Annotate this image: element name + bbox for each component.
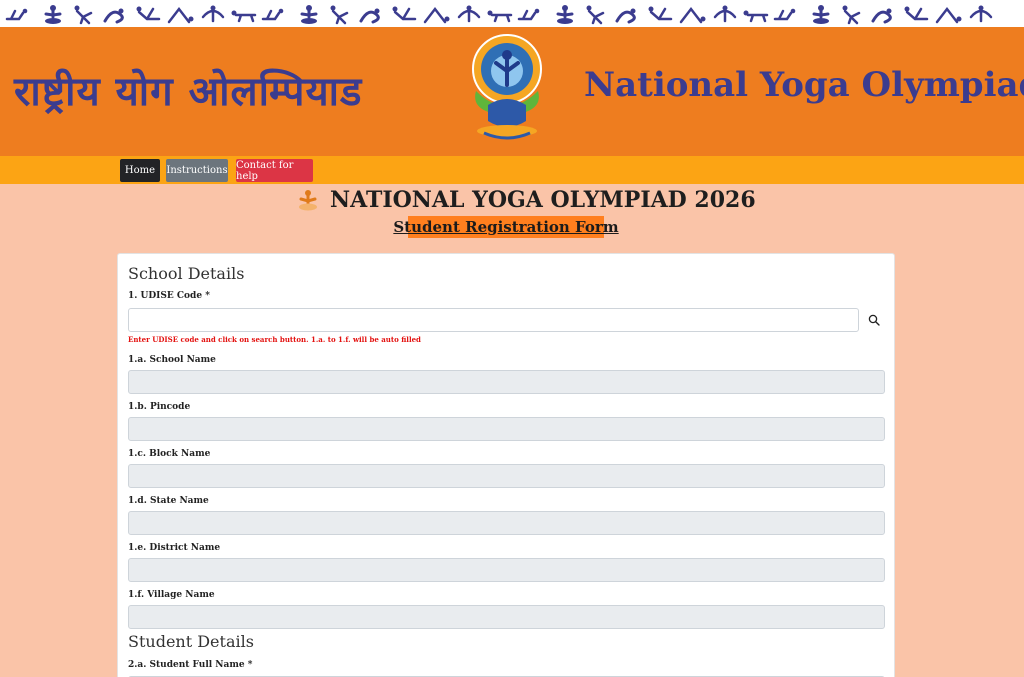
meditation-pose-icon [299, 190, 317, 211]
yoga-pose-icon [586, 5, 605, 24]
school-field-label: 1.d. State Name [128, 496, 209, 506]
yoga-pose-icon [556, 4, 574, 24]
school-field-label: 1.f. Village Name [128, 590, 215, 600]
search-icon [868, 314, 880, 326]
yoga-pose-icon [167, 6, 194, 23]
yoga-pose-icon [679, 6, 706, 23]
school-field-input[interactable] [128, 511, 885, 535]
registration-form-card: School Details 1. UDISE Code * Enter UDI… [117, 253, 895, 677]
school-field-label: 1.e. District Name [128, 543, 221, 553]
school-field-input[interactable] [128, 464, 885, 488]
yoga-pose-icon [615, 8, 636, 23]
yoga-pose-icon [74, 5, 93, 24]
yoga-pose-icon [330, 5, 349, 24]
school-field-input[interactable] [128, 370, 885, 394]
yoga-pose-icon [812, 4, 830, 24]
nav-bar: Home Instructions Contact for help [0, 156, 1024, 184]
hindi-title: राष्ट्रीय योग ओलम्पियाड [14, 68, 363, 115]
yoga-pose-strip [0, 0, 1024, 27]
yoga-pose-icon [423, 6, 450, 23]
udise-code-input[interactable] [128, 308, 859, 332]
student-details-title: Student Details [128, 632, 254, 651]
yoga-pose-icon [359, 8, 380, 23]
yoga-pose-icon [5, 8, 28, 20]
yoga-pose-icon [842, 5, 861, 24]
yoga-pose-icon [261, 8, 284, 20]
school-field-label: 1.c. Block Name [128, 449, 211, 459]
udise-search-button[interactable] [862, 308, 886, 332]
nav-contact-help-button[interactable]: Contact for help [236, 159, 313, 182]
school-field-input[interactable] [128, 605, 885, 629]
yoga-pose-icon [44, 4, 62, 24]
yoga-pose-icon [231, 10, 257, 22]
yoga-pose-icon [392, 6, 417, 20]
school-field-label: 1.b. Pincode [128, 402, 191, 412]
nav-home-button[interactable]: Home [120, 159, 160, 182]
yoga-pose-icon [648, 6, 673, 20]
school-field-input[interactable] [128, 417, 885, 441]
site-header: राष्ट्रीय योग ओलम्पियाड National Yoga Ol… [0, 27, 1024, 156]
yoga-pose-icon [487, 10, 513, 22]
yoga-day-logo-icon [472, 34, 542, 140]
page-title: NATIONAL YOGA OLYMPIAD 2026 [330, 187, 756, 213]
page-heading: NATIONAL YOGA OLYMPIAD 2026 [296, 186, 756, 214]
yoga-pose-icon [969, 5, 993, 22]
yoga-pose-icon [773, 8, 796, 20]
nav-instructions-button[interactable]: Instructions [166, 159, 228, 182]
yoga-pose-icon [457, 5, 481, 22]
school-field-label: 1.a. School Name [128, 355, 216, 365]
form-subtitle: Student Registration Form [393, 216, 619, 238]
udise-hint: Enter UDISE code and click on search but… [128, 335, 421, 344]
yoga-pose-icon [103, 8, 124, 23]
yoga-pose-icon [517, 8, 540, 20]
yoga-pose-icon [300, 4, 318, 24]
school-details-title: School Details [128, 264, 245, 283]
udise-code-label: 1. UDISE Code * [128, 291, 210, 301]
english-title: National Yoga Olympiad [584, 65, 1024, 105]
student-full-name-label: 2.a. Student Full Name * [128, 660, 253, 670]
yoga-pose-icon [904, 6, 929, 20]
yoga-pose-icon [743, 10, 769, 22]
yoga-pose-icon [871, 8, 892, 23]
yoga-pose-icon [713, 5, 737, 22]
school-field-input[interactable] [128, 558, 885, 582]
yoga-pose-icon [201, 5, 225, 22]
yoga-pose-icon [935, 6, 962, 23]
yoga-pose-icon [136, 6, 161, 20]
